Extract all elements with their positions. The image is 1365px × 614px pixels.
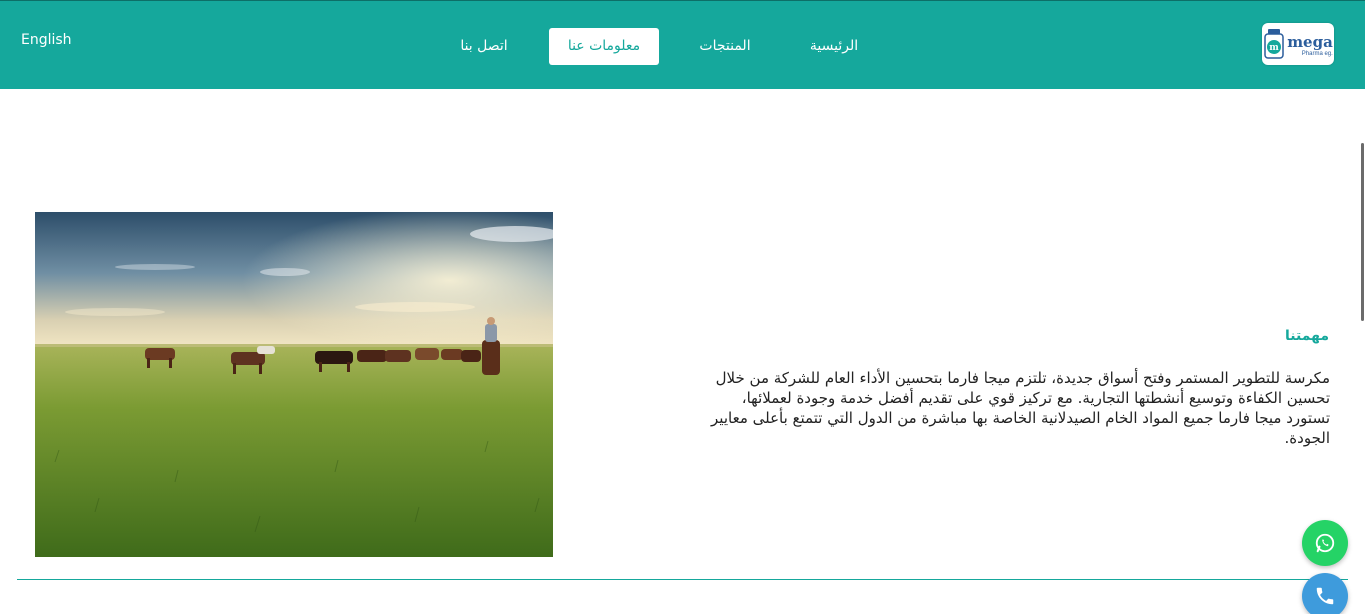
bottle-icon: m (1264, 29, 1284, 59)
scrollbar[interactable] (1361, 143, 1364, 321)
top-navbar: English اتصل بنا معلومات عنا المنتجات ال… (0, 0, 1365, 89)
nav-item-contact[interactable]: اتصل بنا (445, 28, 523, 65)
brand-logo[interactable]: m mega Pharma eg. (1262, 23, 1334, 65)
nav-item-products[interactable]: المنتجات (686, 28, 764, 65)
mission-heading: مهمتنا (1285, 328, 1329, 344)
section-divider (17, 579, 1348, 580)
nav-item-about[interactable]: معلومات عنا (549, 28, 659, 65)
mission-text: مكرسة للتطوير المستمر وفتح أسواق جديدة، … (711, 369, 1330, 447)
nav-item-home[interactable]: الرئيسية (795, 28, 873, 65)
logo-wordmark: mega Pharma eg. (1287, 32, 1333, 57)
cattle-field-photo (35, 212, 553, 557)
language-switch-link[interactable]: English (21, 32, 72, 48)
whatsapp-button[interactable] (1302, 520, 1348, 566)
call-button[interactable] (1302, 573, 1348, 614)
whatsapp-icon (1315, 533, 1335, 553)
svg-text:m: m (1269, 43, 1279, 53)
phone-icon (1316, 587, 1334, 605)
